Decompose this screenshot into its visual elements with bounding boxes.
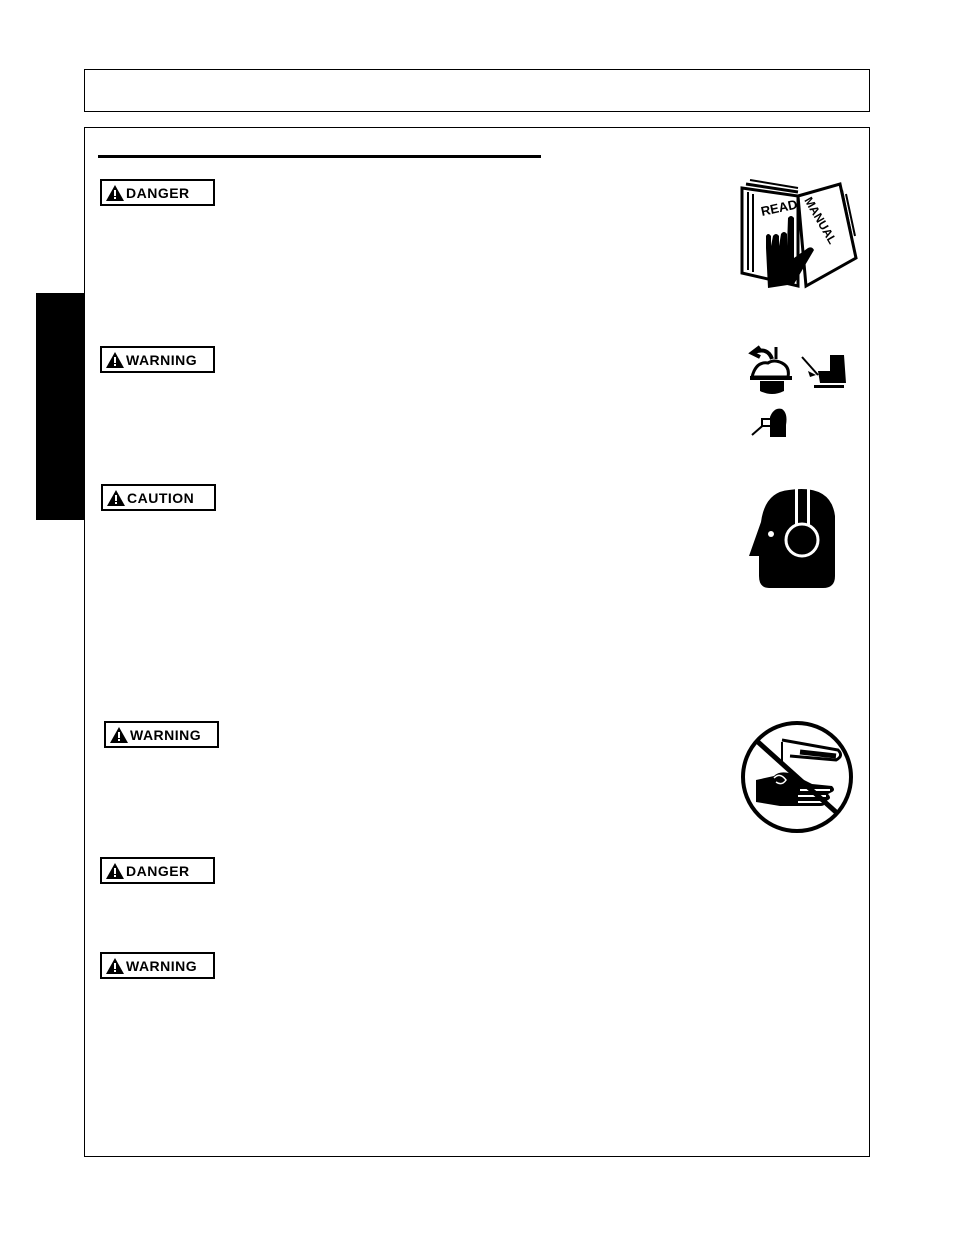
no-chemical-contact-icon — [741, 721, 853, 833]
alert-triangle-icon — [110, 726, 128, 743]
safety-label-warning: WARNING — [99, 951, 216, 980]
safety-label-danger: DANGER — [99, 178, 216, 207]
alert-triangle-icon — [106, 351, 124, 368]
signal-word: WARNING — [126, 351, 198, 368]
section-title-rule — [98, 155, 541, 158]
safety-label-caution: CAUTION — [100, 483, 217, 512]
safety-label-warning: WARNING — [103, 720, 220, 749]
signal-word: DANGER — [126, 862, 190, 879]
signal-word: WARNING — [130, 726, 202, 743]
signal-word: CAUTION — [127, 489, 195, 506]
protective-gear-icon — [748, 345, 846, 437]
section-side-tab — [36, 293, 84, 520]
alert-triangle-icon — [107, 489, 125, 506]
hearing-protection-icon — [749, 486, 835, 588]
safety-label-warning: WARNING — [99, 345, 216, 374]
page-header-box — [84, 69, 870, 112]
alert-triangle-icon — [106, 184, 124, 201]
safety-label-danger: DANGER — [99, 856, 216, 885]
read-manual-icon: READ MANUAL — [740, 179, 858, 289]
alert-triangle-icon — [106, 862, 124, 879]
alert-triangle-icon — [106, 957, 124, 974]
signal-word: DANGER — [126, 184, 190, 201]
signal-word: WARNING — [126, 957, 198, 974]
